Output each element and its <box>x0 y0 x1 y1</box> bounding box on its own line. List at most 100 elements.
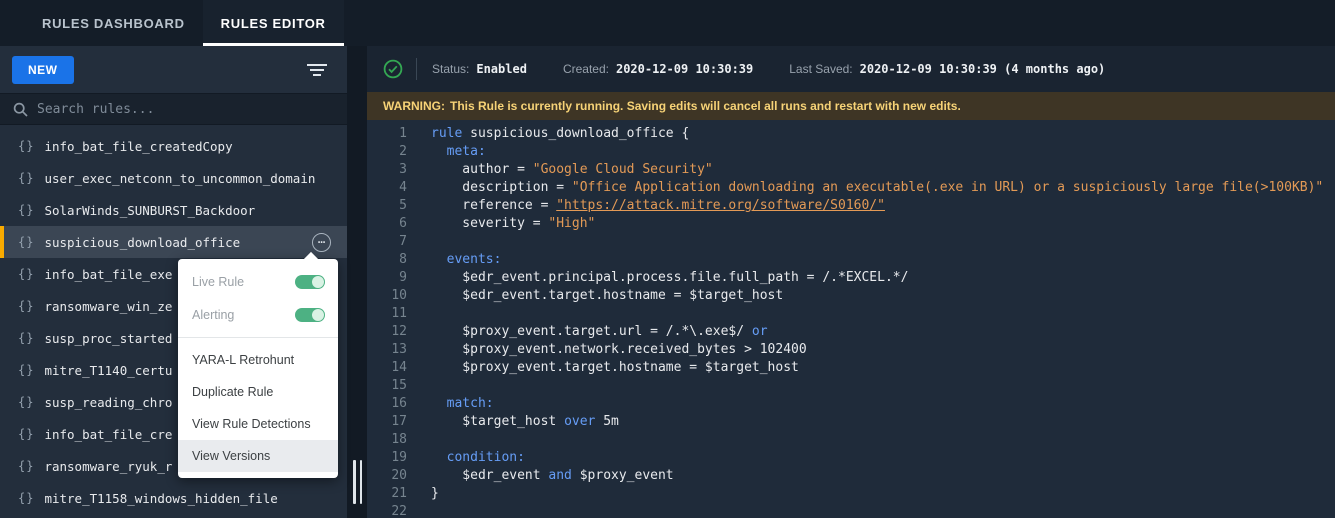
code-line[interactable]: 21} <box>367 485 1335 503</box>
tab-rules-dashboard[interactable]: RULES DASHBOARD <box>24 0 203 46</box>
rule-list-item[interactable]: {} SolarWinds_SUNBURST_Backdoor <box>0 194 347 226</box>
toggle-switch[interactable] <box>295 275 325 289</box>
rule-name: mitre_T1158_windows_hidden_file <box>44 491 277 506</box>
code-text: $edr_event.target.hostname = $target_hos… <box>431 287 783 305</box>
code-line[interactable]: 14 $proxy_event.target.hostname = $targe… <box>367 359 1335 377</box>
code-line[interactable]: 13 $proxy_event.network.received_bytes >… <box>367 341 1335 359</box>
code-text: $edr_event and $proxy_event <box>431 467 674 485</box>
code-text: $proxy_event.network.received_bytes > 10… <box>431 341 807 359</box>
line-number: 13 <box>367 341 407 359</box>
status-label: Status: <box>432 62 469 76</box>
rule-name: suspicious_download_office <box>44 235 240 250</box>
line-number: 14 <box>367 359 407 377</box>
code-line[interactable]: 1rule suspicious_download_office { <box>367 125 1335 143</box>
code-line[interactable]: 11 <box>367 305 1335 323</box>
menu-toggles: Live Rule Alerting <box>178 265 338 331</box>
code-line[interactable]: 3 author = "Google Cloud Security" <box>367 161 1335 179</box>
rule-actions-button[interactable]: ⋯ <box>312 233 331 252</box>
menu-toggle-label: Live Rule <box>192 275 244 289</box>
code-line[interactable]: 20 $edr_event and $proxy_event <box>367 467 1335 485</box>
code-line[interactable]: 4 description = "Office Application down… <box>367 179 1335 197</box>
splitter-handle[interactable] <box>353 460 362 504</box>
line-number: 16 <box>367 395 407 413</box>
menu-items: YARA-L RetrohuntDuplicate RuleView Rule … <box>178 344 338 472</box>
menu-item-duplicate-rule[interactable]: Duplicate Rule <box>178 376 338 408</box>
menu-toggle-alerting[interactable]: Alerting <box>178 298 338 331</box>
code-text: $edr_event.principal.process.file.full_p… <box>431 269 908 287</box>
line-number: 19 <box>367 449 407 467</box>
rule-braces-icon: {} <box>18 491 34 505</box>
rule-braces-icon: {} <box>18 171 34 185</box>
code-text: $proxy_event.target.hostname = $target_h… <box>431 359 799 377</box>
menu-item-view-rule-detections[interactable]: View Rule Detections <box>178 408 338 440</box>
rule-list-item[interactable]: {}suspicious_download_office⋯ <box>0 226 347 258</box>
rule-name: user_exec_netconn_to_uncommon_domain <box>44 171 315 186</box>
code-text: match: <box>431 395 494 413</box>
line-number: 22 <box>367 503 407 518</box>
code-text: description = "Office Application downlo… <box>431 179 1323 197</box>
rule-actions-menu: Live Rule Alerting YARA-L RetrohuntDuplic… <box>178 259 338 478</box>
rule-braces-icon: {} <box>18 267 34 281</box>
rule-list-item[interactable]: {} user_exec_netconn_to_uncommon_domain <box>0 162 347 194</box>
warning-text: This Rule is currently running. Saving e… <box>450 99 961 113</box>
warning-prefix: WARNING: <box>383 99 445 113</box>
code-line[interactable]: 9 $edr_event.principal.process.file.full… <box>367 269 1335 287</box>
code-editor[interactable]: 1rule suspicious_download_office {2 meta… <box>367 120 1335 518</box>
panel-gutter <box>347 46 367 518</box>
code-line[interactable]: 22 <box>367 503 1335 518</box>
search-input[interactable] <box>37 102 334 117</box>
code-line[interactable]: 2 meta: <box>367 143 1335 161</box>
rule-braces-icon: {} <box>18 203 34 217</box>
line-number: 18 <box>367 431 407 449</box>
rule-list-item[interactable]: {} mitre_T1158_windows_hidden_file <box>0 482 347 514</box>
rule-braces-icon: {} <box>18 395 34 409</box>
rule-name: susp_proc_started <box>44 331 172 346</box>
rule-name: SolarWinds_SUNBURST_Backdoor <box>44 203 255 218</box>
code-line[interactable]: 16 match: <box>367 395 1335 413</box>
code-line[interactable]: 19 condition: <box>367 449 1335 467</box>
line-number: 4 <box>367 179 407 197</box>
rule-name: susp_reading_chro <box>44 395 172 410</box>
rules-editor-app: RULES DASHBOARD RULES EDITOR NEW <box>0 0 1335 518</box>
line-number: 5 <box>367 197 407 215</box>
search-icon <box>13 102 28 117</box>
sort-filter-icon[interactable] <box>307 63 327 77</box>
new-rule-button[interactable]: NEW <box>12 56 74 84</box>
tab-rules-editor[interactable]: RULES EDITOR <box>203 0 344 46</box>
status-bar: Status: Enabled Created:2020-12-09 10:30:… <box>367 46 1335 92</box>
code-line[interactable]: 17 $target_host over 5m <box>367 413 1335 431</box>
rule-last-saved: Last Saved:2020-12-09 10:30:39 (4 months… <box>789 62 1105 76</box>
code-line[interactable]: 6 severity = "High" <box>367 215 1335 233</box>
line-number: 8 <box>367 251 407 269</box>
menu-toggle-label: Alerting <box>192 308 234 322</box>
rule-created: Created:2020-12-09 10:30:39 <box>563 62 753 76</box>
menu-divider <box>178 337 338 338</box>
sidebar-toolbar: NEW <box>0 46 347 93</box>
code-line[interactable]: 15 <box>367 377 1335 395</box>
code-text: $proxy_event.target.url = /.*\.exe$/ or <box>431 323 768 341</box>
line-number: 3 <box>367 161 407 179</box>
rule-name: info_bat_file_createdCopy <box>44 139 232 154</box>
rule-list-item[interactable]: {} info_bat_file_createdCopy <box>0 130 347 162</box>
menu-item-view-versions[interactable]: View Versions <box>178 440 338 472</box>
line-number: 11 <box>367 305 407 323</box>
rule-name: mitre_T1140_certu <box>44 363 172 378</box>
code-text: author = "Google Cloud Security" <box>431 161 713 179</box>
rule-braces-icon: {} <box>18 139 34 153</box>
rule-braces-icon: {} <box>18 299 34 313</box>
toggle-switch[interactable] <box>295 308 325 322</box>
status-value: Enabled <box>476 62 527 76</box>
menu-toggle-live-rule[interactable]: Live Rule <box>178 265 338 298</box>
menu-item-yara-l-retrohunt[interactable]: YARA-L Retrohunt <box>178 344 338 376</box>
line-number: 9 <box>367 269 407 287</box>
rule-enabled-check-icon <box>383 59 403 79</box>
code-line[interactable]: 8 events: <box>367 251 1335 269</box>
code-line[interactable]: 12 $proxy_event.target.url = /.*\.exe$/ … <box>367 323 1335 341</box>
line-number: 15 <box>367 377 407 395</box>
code-line[interactable]: 18 <box>367 431 1335 449</box>
line-number: 21 <box>367 485 407 503</box>
code-line[interactable]: 7 <box>367 233 1335 251</box>
code-line[interactable]: 10 $edr_event.target.hostname = $target_… <box>367 287 1335 305</box>
code-text: events: <box>431 251 501 269</box>
code-line[interactable]: 5 reference = "https://attack.mitre.org/… <box>367 197 1335 215</box>
